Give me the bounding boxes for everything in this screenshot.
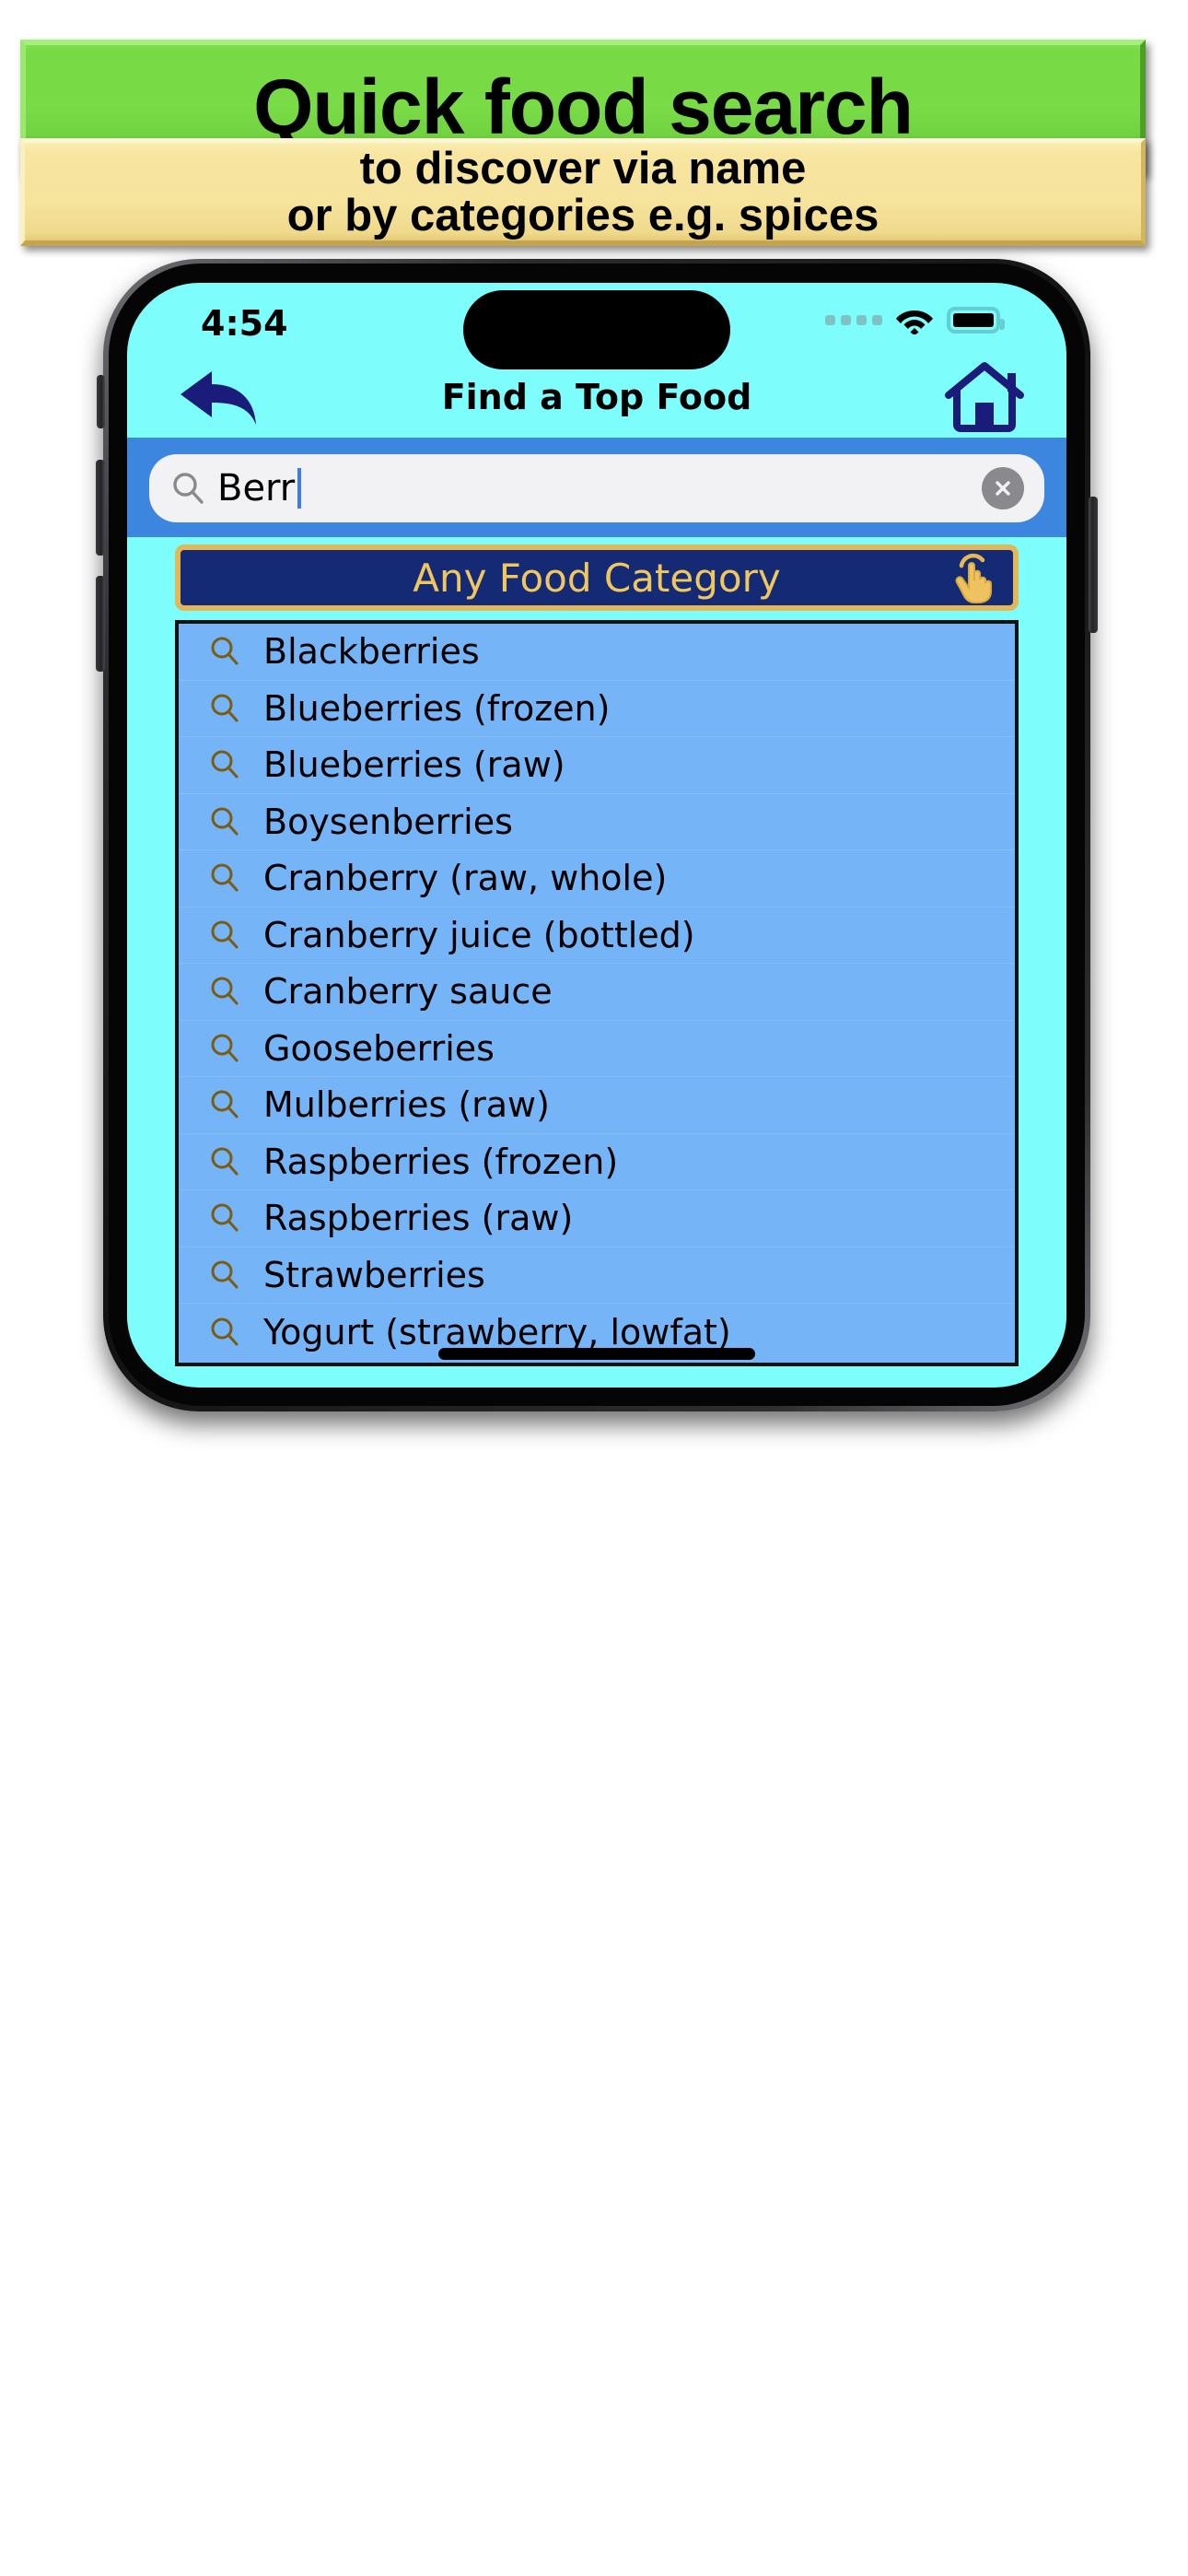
list-item-label: Mulberries (raw) (263, 1084, 550, 1126)
search-icon (208, 1259, 241, 1292)
search-icon (208, 635, 241, 668)
category-section: Any Food Category (127, 537, 1066, 611)
list-item[interactable]: Strawberries (179, 1247, 1015, 1304)
list-item-label: Blueberries (raw) (263, 744, 565, 786)
status-bar: 4:54 (127, 283, 1066, 369)
promo-headline-text: Quick food search (253, 63, 914, 150)
list-item-label: Blackberries (263, 631, 480, 673)
search-value: Berr (217, 467, 302, 509)
volume-up-button[interactable] (96, 460, 105, 556)
search-icon (208, 692, 241, 725)
phone-device: 4:54 Find a Top Food Berr Any Food Categ… (96, 259, 1098, 1411)
category-filter-label: Any Food Category (413, 555, 781, 601)
list-item[interactable]: Raspberries (frozen) (179, 1134, 1015, 1190)
power-button[interactable] (1089, 497, 1098, 633)
promo-subline-2: or by categories e.g. spices (286, 191, 879, 240)
search-icon (208, 1145, 241, 1178)
results-section: Blackberries Blueberries (frozen) Blueberr… (127, 611, 1066, 1366)
search-icon (208, 805, 241, 838)
list-item-label: Strawberries (263, 1254, 485, 1295)
list-item-label: Cranberry (raw, whole) (263, 858, 668, 899)
page-title: Find a Top Food (441, 377, 752, 417)
phone-screen: 4:54 Find a Top Food Berr Any Food Categ… (127, 283, 1066, 1388)
search-icon (208, 861, 241, 895)
list-item-label: Cranberry sauce (263, 971, 553, 1013)
list-item-label: Raspberries (raw) (263, 1198, 574, 1239)
silent-switch-button[interactable] (97, 375, 105, 428)
list-item[interactable]: Blueberries (raw) (179, 737, 1015, 794)
clear-circle-icon[interactable] (982, 467, 1024, 509)
list-item[interactable]: Cranberry juice (bottled) (179, 907, 1015, 964)
status-time: 4:54 (201, 303, 288, 344)
list-item-label: Blueberries (frozen) (263, 687, 611, 729)
search-icon (208, 1088, 241, 1121)
status-indicators (825, 305, 1005, 334)
nav-bar: Find a Top Food (127, 358, 1066, 438)
battery-full-icon (947, 306, 1005, 334)
tap-hand-icon (952, 551, 1000, 604)
list-item[interactable]: Raspberries (raw) (179, 1190, 1015, 1247)
category-filter-button[interactable]: Any Food Category (175, 544, 1019, 611)
text-caret (297, 468, 302, 509)
signal-dots-icon (825, 314, 882, 325)
search-icon (208, 1201, 241, 1235)
list-item-label: Cranberry juice (bottled) (263, 914, 695, 955)
search-icon (208, 1316, 241, 1349)
list-item[interactable]: Blueberries (frozen) (179, 681, 1015, 737)
search-icon (208, 919, 241, 952)
list-item-label: Yogurt (strawberry, lowfat) (263, 1311, 731, 1352)
search-icon (169, 470, 206, 507)
search-icon (208, 1032, 241, 1065)
list-item[interactable]: Boysenberries (179, 794, 1015, 850)
search-input[interactable]: Berr (149, 454, 1044, 522)
home-icon[interactable] (945, 360, 1024, 434)
list-item-label: Gooseberries (263, 1027, 495, 1069)
search-icon (208, 975, 241, 1008)
list-item[interactable]: Mulberries (raw) (179, 1077, 1015, 1134)
list-item[interactable]: Cranberry sauce (179, 964, 1015, 1021)
list-item-label: Boysenberries (263, 801, 513, 842)
list-item[interactable]: Blackberries (179, 624, 1015, 681)
search-icon (208, 748, 241, 781)
wifi-icon (894, 305, 935, 334)
search-value-text: Berr (217, 467, 296, 509)
volume-down-button[interactable] (96, 576, 105, 672)
promo-subline-1: to discover via name (359, 143, 807, 193)
results-list[interactable]: Blackberries Blueberries (frozen) Blueberr… (175, 620, 1019, 1366)
promo-subline-banner: to discover via name or by categories e.… (20, 138, 1146, 246)
home-indicator[interactable] (438, 1348, 755, 1360)
search-bar: Berr (127, 438, 1066, 537)
list-item[interactable]: Cranberry (raw, whole) (179, 850, 1015, 907)
list-item-label: Raspberries (frozen) (263, 1141, 619, 1182)
list-item[interactable]: Gooseberries (179, 1021, 1015, 1077)
